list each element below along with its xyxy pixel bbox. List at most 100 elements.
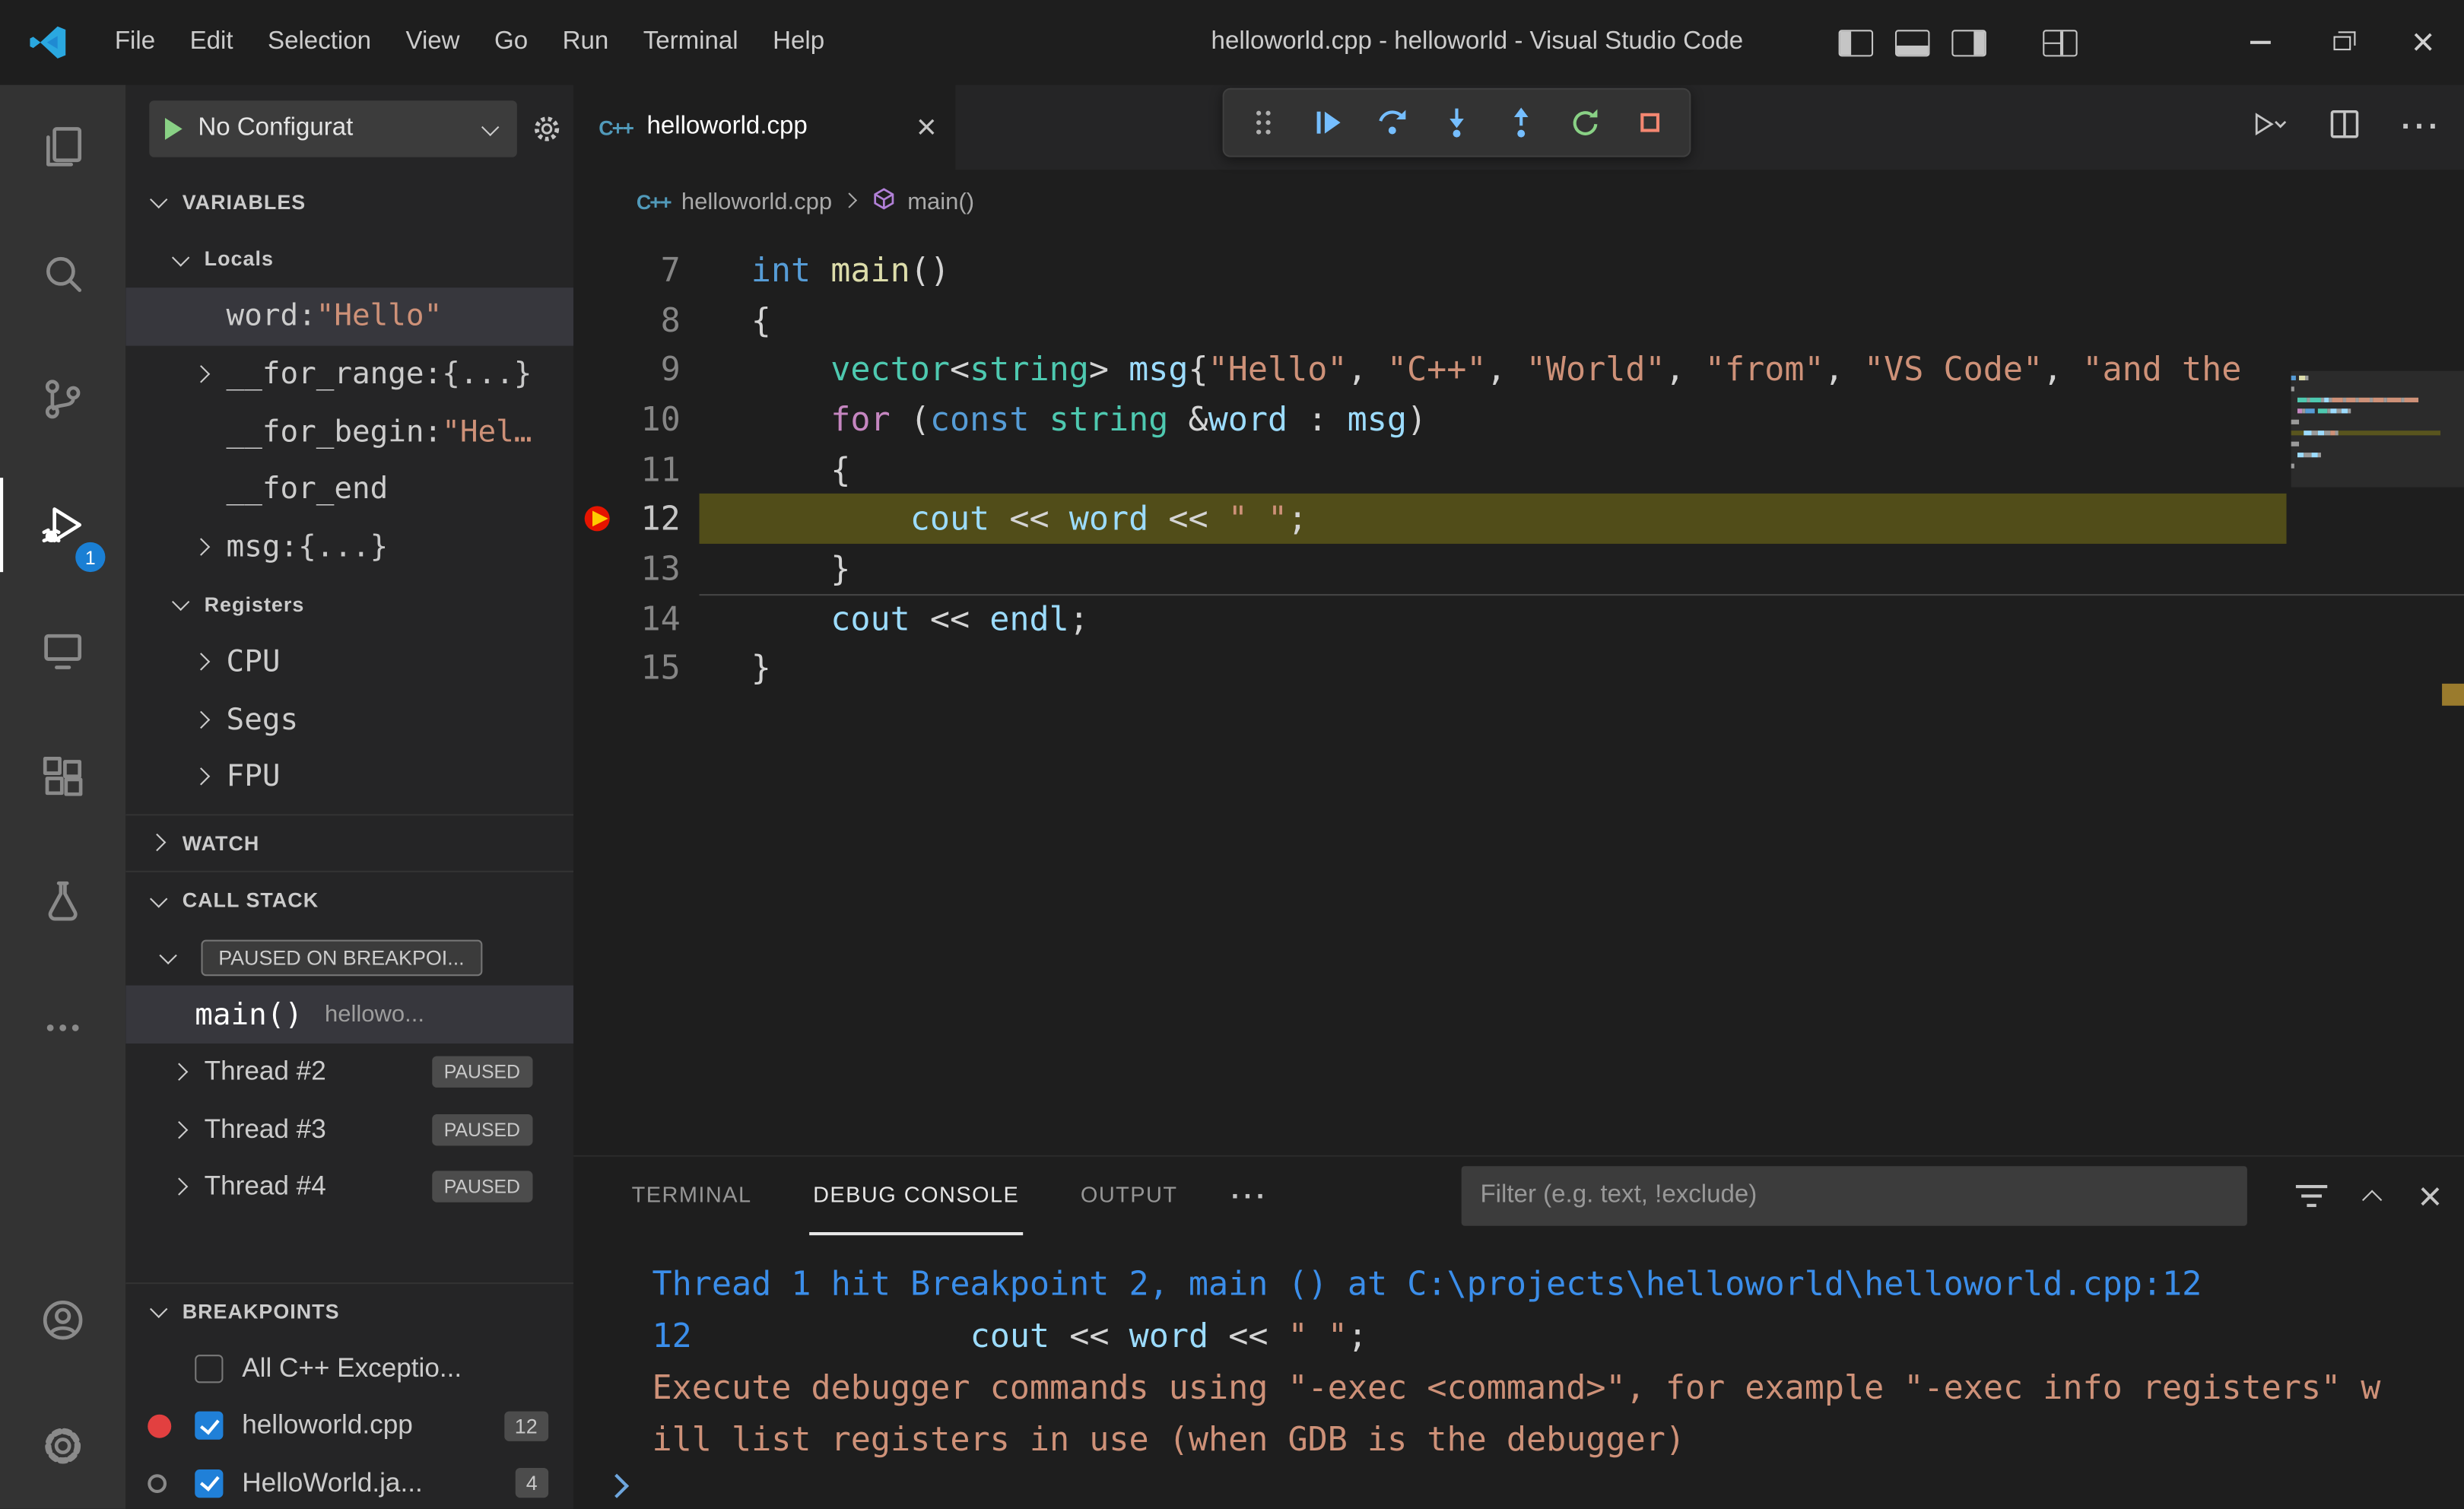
breadcrumb-symbol[interactable]: main()	[907, 188, 974, 214]
tab-close-icon[interactable]: ×	[916, 110, 937, 144]
breakpoint-gutter[interactable]	[573, 295, 618, 345]
code-line[interactable]: 7 int main()	[573, 245, 2464, 294]
close-button[interactable]: ×	[2383, 0, 2464, 85]
thread-row-3[interactable]: Thread #3 PAUSED	[125, 1101, 573, 1158]
variable-row-for-begin[interactable]: __for_begin: "Hel…	[125, 403, 573, 461]
toggle-sidebar-icon[interactable]	[1838, 29, 1874, 56]
register-row-cpu[interactable]: CPU	[125, 633, 573, 691]
debug-console[interactable]: Thread 1 hit Breakpoint 2, main () at C:…	[573, 1235, 2464, 1509]
console-line[interactable]: 12 cout << word << " ";	[653, 1309, 2464, 1361]
register-row-segs[interactable]: Segs	[125, 691, 573, 748]
code-line[interactable]: 12 cout << word << " ";	[573, 494, 2464, 545]
toggle-secondary-sidebar-icon[interactable]	[1951, 29, 1986, 56]
breadcrumb-file[interactable]: helloworld.cpp	[681, 188, 832, 214]
panel-more-tabs-icon[interactable]: ···	[1231, 1180, 1269, 1212]
continue-button[interactable]	[1295, 91, 1360, 154]
breakpoint-gutter[interactable]	[573, 494, 618, 544]
toolbar-drag-handle[interactable]	[1230, 91, 1295, 154]
code-line[interactable]: 8{	[573, 295, 2464, 345]
console-line[interactable]: Thread 1 hit Breakpoint 2, main () at C:…	[653, 1257, 2464, 1309]
breakpoint-checkbox[interactable]	[195, 1354, 224, 1383]
code-line[interactable]: 11 {	[573, 444, 2464, 494]
breakpoint-gutter[interactable]	[573, 444, 618, 494]
breakpoint-row-helloworld-cpp[interactable]: helloworld.cpp 12	[125, 1397, 573, 1455]
variable-row-msg[interactable]: msg: {...}	[125, 518, 573, 576]
call-stack-session-row[interactable]: PAUSED ON BREAKPOI...	[125, 929, 573, 986]
extensions-icon[interactable]	[0, 713, 125, 839]
customize-layout-icon[interactable]	[2043, 29, 2078, 56]
registers-group-header[interactable]: Registers	[125, 576, 573, 634]
breakpoint-gutter[interactable]	[573, 345, 618, 394]
console-prompt-row[interactable]	[604, 1460, 630, 1509]
menu-terminal[interactable]: Terminal	[626, 0, 755, 85]
console-filter-input[interactable]	[1461, 1166, 2247, 1226]
configure-gear-icon[interactable]	[529, 112, 564, 146]
stack-frame-row-main[interactable]: main() hellowo...	[125, 986, 574, 1044]
remote-explorer-icon[interactable]	[0, 588, 125, 713]
call-stack-section-header[interactable]: CALL STACK	[125, 871, 574, 929]
settings-gear-icon[interactable]	[0, 1383, 125, 1508]
tab-terminal[interactable]: TERMINAL	[629, 1157, 755, 1235]
stop-button[interactable]	[1617, 91, 1681, 154]
close-panel-icon[interactable]: ×	[2418, 1176, 2442, 1217]
console-line[interactable]: Execute debugger commands using "-exec <…	[653, 1361, 2464, 1412]
menu-file[interactable]: File	[97, 0, 173, 85]
breakpoint-gutter[interactable]	[573, 245, 618, 294]
launch-config-dropdown[interactable]: No Configurat	[149, 100, 517, 157]
tab-output[interactable]: OUTPUT	[1078, 1157, 1181, 1235]
code-line[interactable]: 15}	[573, 643, 2464, 693]
menu-edit[interactable]: Edit	[173, 0, 250, 85]
editor-more-actions-icon[interactable]: ···	[2401, 110, 2442, 146]
run-or-debug-icon[interactable]	[2250, 104, 2288, 150]
code-line[interactable]: 9 vector<string> msg{"Hello", "C++", "Wo…	[573, 345, 2464, 394]
source-control-icon[interactable]	[0, 336, 125, 462]
menu-view[interactable]: View	[389, 0, 478, 85]
breakpoint-gutter[interactable]	[573, 594, 618, 643]
menu-selection[interactable]: Selection	[250, 0, 388, 85]
variable-row-word[interactable]: word: "Hello"	[125, 288, 574, 346]
breakpoint-checkbox[interactable]	[195, 1469, 224, 1498]
breakpoints-section-header[interactable]: BREAKPOINTS	[125, 1282, 574, 1339]
breakpoint-gutter[interactable]	[573, 643, 618, 693]
minimap[interactable]	[2291, 375, 2441, 847]
maximize-panel-icon[interactable]	[2361, 1185, 2383, 1207]
thread-row-4[interactable]: Thread #4 PAUSED	[125, 1158, 573, 1216]
thread-row-2[interactable]: Thread #2 PAUSED	[125, 1044, 573, 1101]
watch-section-header[interactable]: WATCH	[125, 813, 574, 871]
variable-row-for-range[interactable]: __for_range: {...}	[125, 345, 573, 403]
step-into-button[interactable]	[1424, 91, 1488, 154]
variables-section-header[interactable]: VARIABLES	[125, 173, 573, 230]
menu-go[interactable]: Go	[477, 0, 545, 85]
run-debug-icon[interactable]: 1	[0, 462, 125, 588]
locals-group-header[interactable]: Locals	[125, 230, 573, 288]
code-line[interactable]: 10 for (const string &word : msg)	[573, 395, 2464, 444]
breakpoint-gutter[interactable]	[573, 395, 618, 444]
testing-icon[interactable]	[0, 839, 125, 964]
breakpoint-checkbox[interactable]	[195, 1411, 224, 1441]
explorer-icon[interactable]	[0, 85, 125, 211]
toggle-panel-icon[interactable]	[1894, 29, 1930, 56]
variable-row-for-end[interactable]: __for_end	[125, 460, 573, 518]
more-views-icon[interactable]	[0, 965, 125, 1091]
register-row-fpu[interactable]: FPU	[125, 748, 573, 805]
split-editor-icon[interactable]	[2326, 104, 2364, 150]
breakpoint-row-exceptions[interactable]: All C++ Exceptio...	[125, 1339, 573, 1397]
tab-helloworld-cpp[interactable]: C++ helloworld.cpp ×	[573, 84, 956, 170]
code-line[interactable]: 13 }	[573, 544, 2464, 596]
account-icon[interactable]	[0, 1257, 125, 1383]
search-icon[interactable]	[0, 211, 125, 336]
breakpoint-row-helloworld-java[interactable]: HelloWorld.ja... 4	[125, 1454, 573, 1508]
console-line[interactable]: ill list registers in use (when GDB is t…	[653, 1413, 2464, 1465]
filter-icon[interactable]	[2295, 1183, 2327, 1209]
restart-button[interactable]	[1553, 91, 1618, 154]
step-over-button[interactable]	[1359, 91, 1424, 154]
breakpoint-gutter[interactable]	[573, 544, 618, 593]
menu-run[interactable]: Run	[545, 0, 626, 85]
code-editor[interactable]: 7 int main() 8{9 vector<string> msg{"Hello…	[573, 233, 2464, 1155]
tab-debug-console[interactable]: DEBUG CONSOLE	[809, 1157, 1023, 1236]
menu-help[interactable]: Help	[755, 0, 841, 85]
restore-button[interactable]	[2300, 0, 2382, 85]
step-out-button[interactable]	[1488, 91, 1553, 154]
minimize-button[interactable]	[2219, 0, 2300, 85]
code-line[interactable]: 14 cout << endl;	[573, 594, 2464, 643]
